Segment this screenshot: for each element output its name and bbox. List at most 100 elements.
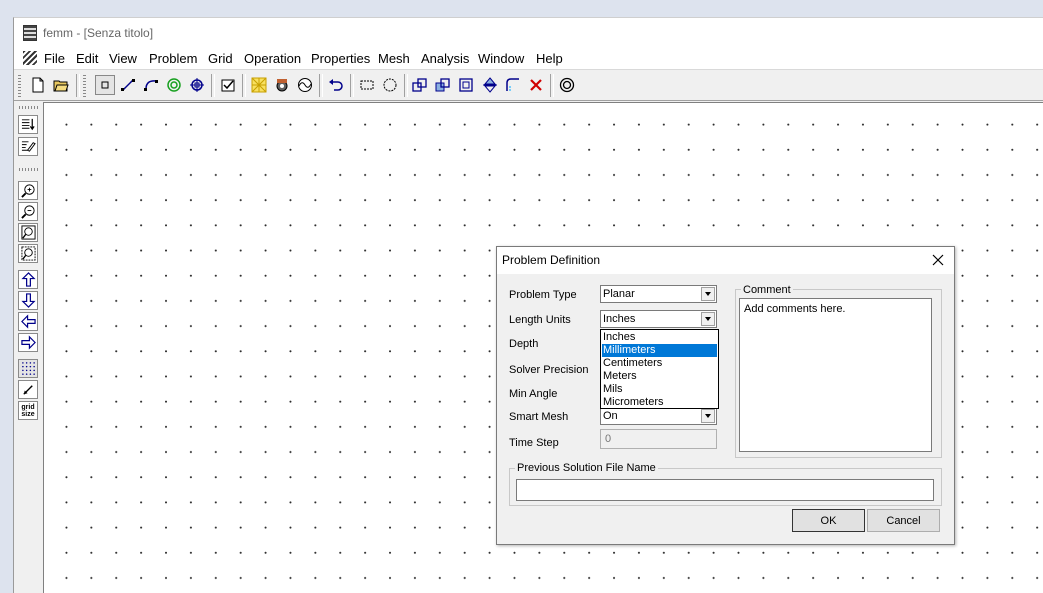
toolbar-separator <box>76 74 80 97</box>
min-angle-label: Min Angle <box>509 388 558 400</box>
left-toolbar: grid size <box>14 102 44 593</box>
zoom-in-icon[interactable] <box>18 181 38 200</box>
depth-label: Depth <box>509 338 539 350</box>
dialog-title-bar: Problem Definition <box>497 247 954 274</box>
menu-help[interactable]: Help <box>536 51 563 66</box>
show-grid-icon[interactable] <box>18 359 38 378</box>
pan-up-icon[interactable] <box>18 270 38 289</box>
document-menu-icon[interactable] <box>23 51 37 65</box>
list-view-icon[interactable] <box>18 115 38 134</box>
time-step-value: 0 <box>605 433 612 445</box>
block-label-mode-icon[interactable] <box>164 75 184 95</box>
edit-notes-icon[interactable] <box>18 137 38 156</box>
properties-icon[interactable] <box>218 75 238 95</box>
mesh-icon[interactable] <box>249 75 269 95</box>
copy-icon[interactable] <box>433 75 453 95</box>
scale-icon[interactable] <box>456 75 476 95</box>
previous-solution-label: Previous Solution File Name <box>515 462 658 474</box>
chevron-down-icon[interactable] <box>701 287 715 301</box>
close-icon[interactable] <box>927 250 949 270</box>
node-mode-icon[interactable] <box>95 75 115 95</box>
toolbar-grip[interactable] <box>18 74 21 97</box>
zoom-natural-icon[interactable] <box>18 223 38 242</box>
menu-properties[interactable]: Properties <box>311 51 370 66</box>
menu-window[interactable]: Window <box>478 51 524 66</box>
chevron-down-icon[interactable] <box>701 312 715 326</box>
previous-solution-input[interactable] <box>516 479 934 501</box>
menu-grid[interactable]: Grid <box>208 51 233 66</box>
select-window-icon[interactable] <box>357 75 377 95</box>
arc-mode-icon[interactable] <box>141 75 161 95</box>
menu-problem[interactable]: Problem <box>149 51 197 66</box>
menu-analysis[interactable]: Analysis <box>421 51 469 66</box>
problem-definition-dialog: Problem Definition Problem Type Planar L… <box>496 246 955 545</box>
toolbar-separator <box>242 74 246 97</box>
comment-text: Add comments here. <box>744 303 846 315</box>
time-step-label: Time Step <box>509 437 559 449</box>
length-units-option[interactable]: Meters <box>602 370 717 383</box>
toolbar-separator <box>404 74 408 97</box>
toolbar-separator <box>319 74 323 97</box>
menu-edit[interactable]: Edit <box>76 51 98 66</box>
chevron-down-icon[interactable] <box>701 409 715 423</box>
length-units-option[interactable]: Inches <box>602 331 717 344</box>
move-icon[interactable] <box>410 75 430 95</box>
comment-label: Comment <box>741 284 793 296</box>
pan-down-icon[interactable] <box>18 291 38 310</box>
grid-size-label-bottom: size <box>21 410 35 418</box>
zoom-out-icon[interactable] <box>18 202 38 221</box>
menu-operation[interactable]: Operation <box>244 51 301 66</box>
ok-button[interactable]: OK <box>792 509 865 532</box>
smart-mesh-label: Smart Mesh <box>509 411 569 423</box>
length-units-option[interactable]: Centimeters <box>602 357 717 370</box>
time-step-input: 0 <box>600 429 717 449</box>
smart-mesh-select[interactable]: On <box>600 407 717 425</box>
pan-right-icon[interactable] <box>18 333 38 352</box>
undo-icon[interactable] <box>326 75 346 95</box>
length-units-dropdown: Inches Millimeters Centimeters Meters Mi… <box>600 329 719 409</box>
toolbar-separator <box>350 74 354 97</box>
mirror-icon[interactable] <box>480 75 500 95</box>
length-units-value: Inches <box>603 313 636 325</box>
length-units-select[interactable]: Inches <box>600 310 717 328</box>
app-icon <box>23 25 37 41</box>
toolbar-separator <box>211 74 215 97</box>
menu-view[interactable]: View <box>109 51 137 66</box>
menu-mesh[interactable]: Mesh <box>378 51 410 66</box>
dialog-title: Problem Definition <box>502 253 601 267</box>
toolbar-grip[interactable] <box>19 106 39 109</box>
fillet-icon[interactable] <box>503 75 523 95</box>
analyze-icon[interactable] <box>272 75 292 95</box>
length-units-option[interactable]: Micrometers <box>602 396 717 409</box>
comment-textarea[interactable]: Add comments here. <box>739 298 932 452</box>
problem-type-select[interactable]: Planar <box>600 285 717 303</box>
toolbar-separator <box>550 74 554 97</box>
title-bar: femm - [Senza titolo] <box>14 18 1043 48</box>
group-mode-icon[interactable] <box>187 75 207 95</box>
grid-size-button[interactable]: grid size <box>18 401 38 420</box>
open-folder-icon[interactable] <box>51 75 71 95</box>
grid-size-label-top: grid <box>21 403 35 411</box>
menu-file[interactable]: File <box>44 51 65 66</box>
select-circle-icon[interactable] <box>380 75 400 95</box>
solver-precision-label: Solver Precision <box>509 364 589 376</box>
length-units-option[interactable]: Mils <box>602 383 717 396</box>
length-units-label: Length Units <box>509 314 571 326</box>
problem-type-value: Planar <box>603 288 635 300</box>
menu-bar: File Edit View Problem Grid Operation Pr… <box>14 48 1043 70</box>
snap-grid-icon[interactable] <box>18 380 38 399</box>
new-file-icon[interactable] <box>28 75 48 95</box>
toolbar-grip[interactable] <box>83 74 86 97</box>
window-title: femm - [Senza titolo] <box>43 26 154 40</box>
pan-left-icon[interactable] <box>18 312 38 331</box>
zoom-window-icon[interactable] <box>18 244 38 263</box>
smart-mesh-value: On <box>603 410 618 422</box>
delete-icon[interactable] <box>526 75 546 95</box>
cancel-button[interactable]: Cancel <box>867 509 940 532</box>
segment-mode-icon[interactable] <box>118 75 138 95</box>
toolbar-grip[interactable] <box>19 168 39 171</box>
open-boundary-icon[interactable] <box>557 75 577 95</box>
length-units-option-highlighted[interactable]: Millimeters <box>602 344 717 357</box>
problem-type-label: Problem Type <box>509 289 577 301</box>
view-results-icon[interactable] <box>295 75 315 95</box>
